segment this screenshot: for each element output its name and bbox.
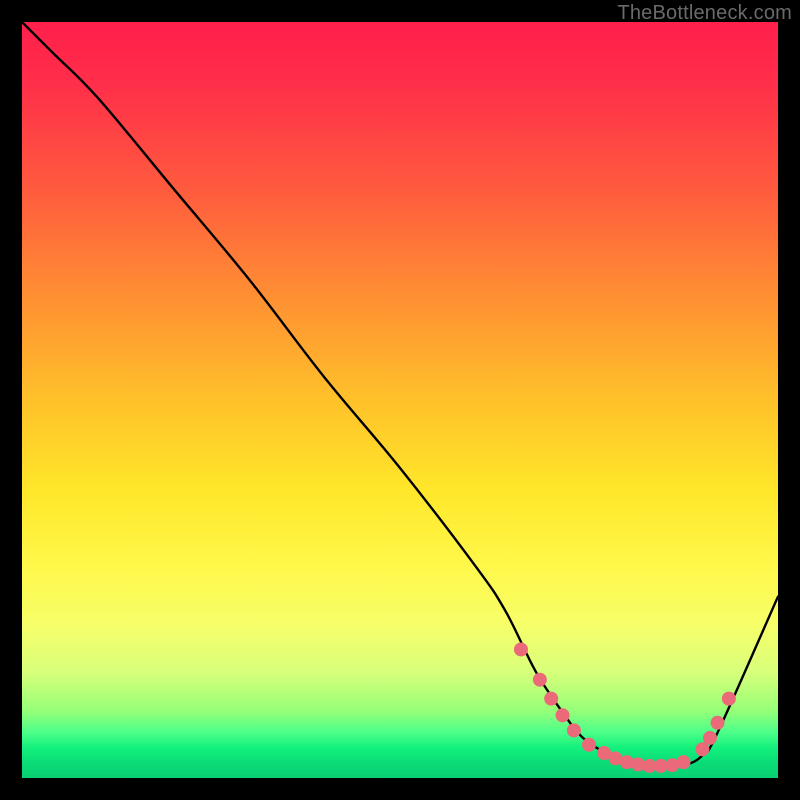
curve-marker xyxy=(533,673,547,687)
curve-marker xyxy=(544,692,558,706)
watermark-text: TheBottleneck.com xyxy=(617,2,792,25)
curve-marker xyxy=(582,738,596,752)
plot-area xyxy=(22,22,778,778)
chart-svg xyxy=(22,22,778,778)
curve-marker xyxy=(677,755,691,769)
curve-marker xyxy=(514,642,528,656)
curve-marker xyxy=(567,723,581,737)
curve-marker xyxy=(703,731,717,745)
bottleneck-curve xyxy=(22,22,778,766)
curve-marker xyxy=(556,708,570,722)
curve-marker xyxy=(711,716,725,730)
curve-markers xyxy=(514,642,736,772)
curve-marker xyxy=(722,692,736,706)
chart-frame: TheBottleneck.com xyxy=(0,0,800,800)
